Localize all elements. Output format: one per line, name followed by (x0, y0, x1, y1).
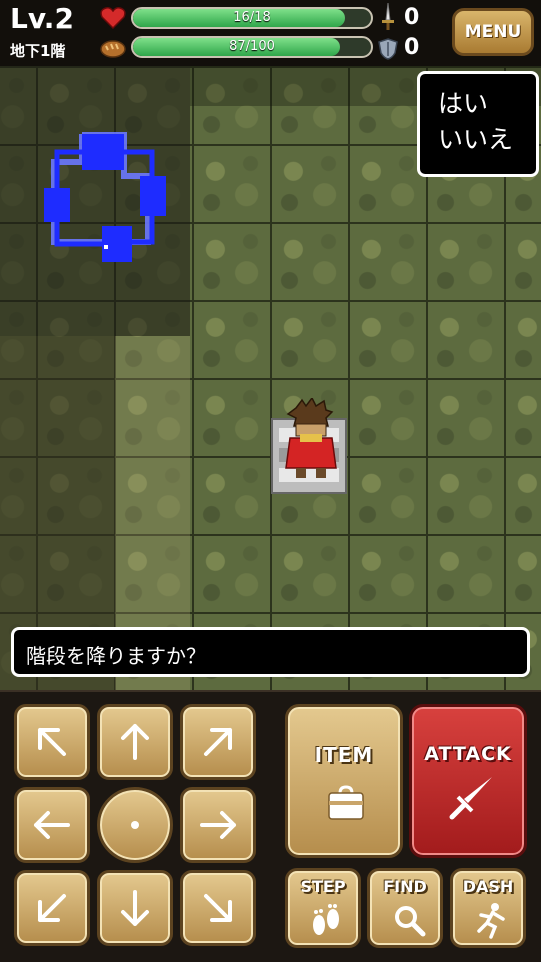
find-button[interactable]: FIND (367, 868, 443, 948)
menu-button[interactable]: MENU (452, 8, 534, 56)
food-text: 87/100 (229, 39, 275, 54)
step-button[interactable]: STEP (285, 868, 361, 948)
heart-icon (100, 7, 126, 30)
attack-value: 0 (404, 5, 420, 30)
control-panel: ITEM ATTACK STEP FIND DASH (0, 690, 541, 962)
arrow-down-icon (121, 890, 149, 926)
arrow-left-icon (34, 811, 70, 839)
message-box: 階段を降りますか？ (11, 627, 530, 677)
arrow-up-right-icon (204, 728, 232, 756)
hp-text: 16/18 (233, 10, 271, 25)
item-button[interactable]: ITEM (285, 704, 403, 858)
running-figure-icon (477, 903, 505, 939)
choice-yes[interactable]: はい (438, 86, 536, 122)
player-marker-icon (104, 245, 108, 249)
defense-value: 0 (404, 35, 420, 60)
bag-icon (328, 785, 364, 820)
message-text: 階段を降りますか？ (26, 644, 206, 668)
shield-icon (378, 38, 398, 60)
level-label: Lv.2 (10, 2, 74, 35)
arrow-up-left-icon (38, 728, 66, 756)
step-label: STEP (300, 877, 346, 896)
wait-button[interactable] (97, 787, 173, 863)
yes-no-menu: はい いいえ (417, 71, 539, 177)
move-right-button[interactable] (180, 787, 256, 863)
status-hud: Lv.2 地下1階 16/18 87/100 0 0 MENU (0, 0, 541, 66)
move-up-left-button[interactable] (14, 704, 90, 780)
move-up-button[interactable] (97, 704, 173, 780)
move-down-button[interactable] (97, 870, 173, 946)
magnifier-icon (395, 906, 426, 937)
move-left-button[interactable] (14, 787, 90, 863)
sword-icon (449, 777, 492, 820)
choice-no[interactable]: いいえ (438, 122, 536, 158)
hp-bar: 16/18 (131, 7, 373, 29)
attack-label: ATTACK (424, 743, 512, 765)
arrow-right-icon (200, 811, 236, 839)
floor-label: 地下1階 (10, 42, 66, 60)
arrow-down-right-icon (204, 894, 232, 922)
item-label: ITEM (314, 743, 374, 767)
bread-icon (100, 40, 126, 58)
attack-button[interactable]: ATTACK (409, 704, 527, 858)
minimap (44, 132, 166, 262)
find-label: FIND (383, 877, 427, 896)
food-bar: 87/100 (131, 36, 373, 58)
sword-icon (382, 2, 394, 30)
dash-label: DASH (462, 877, 514, 896)
dot-icon (131, 821, 139, 829)
move-down-left-button[interactable] (14, 870, 90, 946)
dash-button[interactable]: DASH (450, 868, 526, 948)
footprints-icon (313, 904, 339, 935)
move-down-right-button[interactable] (180, 870, 256, 946)
arrow-down-left-icon (38, 894, 66, 922)
hero-character-icon (285, 398, 337, 478)
move-up-right-button[interactable] (180, 704, 256, 780)
arrow-up-icon (121, 724, 149, 760)
